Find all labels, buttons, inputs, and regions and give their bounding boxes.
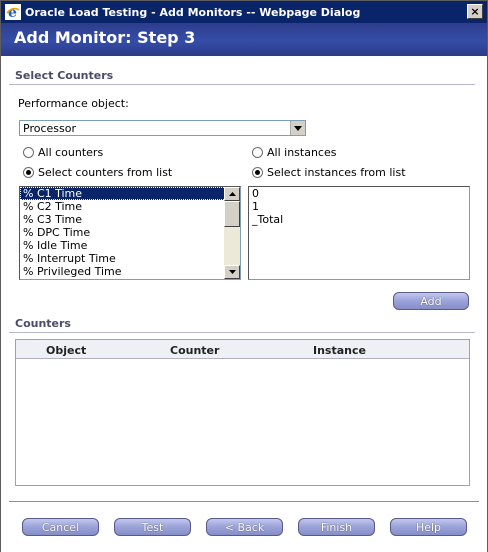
- dialog-content: Select Counters Performance object: Proc…: [1, 56, 487, 552]
- dialog-footer: Cancel Test < Back Finish Help: [1, 501, 487, 552]
- all-counters-radio[interactable]: All counters: [23, 146, 103, 159]
- section-divider: [9, 84, 475, 85]
- all-instances-label: All instances: [267, 146, 337, 159]
- select-instances-from-list-radio[interactable]: Select instances from list: [252, 166, 406, 179]
- column-header-instance[interactable]: Instance: [313, 344, 366, 357]
- counter-item[interactable]: % C2 Time: [20, 200, 240, 213]
- instance-item[interactable]: 1: [249, 200, 469, 213]
- radio-indicator[interactable]: [252, 147, 263, 158]
- radio-indicator[interactable]: [23, 167, 34, 178]
- counters-table: Object Counter Instance: [15, 339, 470, 486]
- header-band: Add Monitor: Step 3: [1, 23, 487, 56]
- page-title: Add Monitor: Step 3: [14, 28, 196, 47]
- back-button[interactable]: < Back: [206, 518, 283, 536]
- footer-divider: [9, 501, 479, 502]
- select-instances-from-list-label: Select instances from list: [267, 166, 406, 179]
- counter-item[interactable]: % DPC Time: [20, 226, 240, 239]
- radio-indicator[interactable]: [23, 147, 34, 158]
- counter-item[interactable]: % C1 Time: [20, 187, 240, 200]
- instance-item[interactable]: _Total: [249, 213, 469, 226]
- column-header-object[interactable]: Object: [46, 344, 86, 357]
- internet-explorer-icon: e: [5, 4, 21, 20]
- scroll-down-button[interactable]: [224, 265, 240, 279]
- counters-listbox[interactable]: % C1 Time % C2 Time % C3 Time % DPC Time…: [19, 186, 241, 280]
- select-counters-from-list-label: Select counters from list: [38, 166, 173, 179]
- scroll-up-button[interactable]: [224, 187, 240, 201]
- title-bar: e Oracle Load Testing - Add Monitors -- …: [1, 1, 487, 23]
- counter-item[interactable]: % Interrupt Time: [20, 252, 240, 265]
- cancel-button[interactable]: Cancel: [22, 518, 99, 536]
- counter-item[interactable]: % Privileged Time: [20, 265, 240, 278]
- all-counters-label: All counters: [38, 146, 104, 159]
- instance-item[interactable]: 0: [249, 187, 469, 200]
- scroll-thumb[interactable]: [224, 201, 240, 227]
- svg-text:e: e: [8, 5, 17, 20]
- test-button[interactable]: Test: [114, 518, 191, 536]
- counters-scrollbar[interactable]: [224, 187, 240, 279]
- finish-button[interactable]: Finish: [298, 518, 375, 536]
- performance-object-select[interactable]: Processor: [19, 120, 306, 136]
- counters-table-header: Object Counter Instance: [16, 340, 469, 359]
- help-button[interactable]: Help: [390, 518, 467, 536]
- column-header-counter[interactable]: Counter: [170, 344, 219, 357]
- webpage-dialog: e Oracle Load Testing - Add Monitors -- …: [0, 0, 488, 552]
- counter-item[interactable]: % C3 Time: [20, 213, 240, 226]
- performance-object-value: Processor: [23, 122, 76, 135]
- section-divider: [9, 332, 475, 333]
- counters-heading: Counters: [15, 317, 71, 330]
- window-title: Oracle Load Testing - Add Monitors -- We…: [25, 5, 361, 19]
- instances-listbox[interactable]: 0 1 _Total: [248, 186, 470, 280]
- close-button[interactable]: ×: [467, 4, 483, 19]
- counter-item[interactable]: % Idle Time: [20, 239, 240, 252]
- select-counters-from-list-radio[interactable]: Select counters from list: [23, 166, 172, 179]
- add-button[interactable]: Add: [393, 292, 469, 310]
- radio-indicator[interactable]: [252, 167, 263, 178]
- chevron-down-icon: [228, 270, 236, 274]
- chevron-down-icon[interactable]: [290, 121, 305, 135]
- all-instances-radio[interactable]: All instances: [252, 146, 336, 159]
- performance-object-label: Performance object:: [18, 97, 129, 110]
- chevron-up-icon: [228, 192, 236, 196]
- select-counters-heading: Select Counters: [15, 69, 114, 82]
